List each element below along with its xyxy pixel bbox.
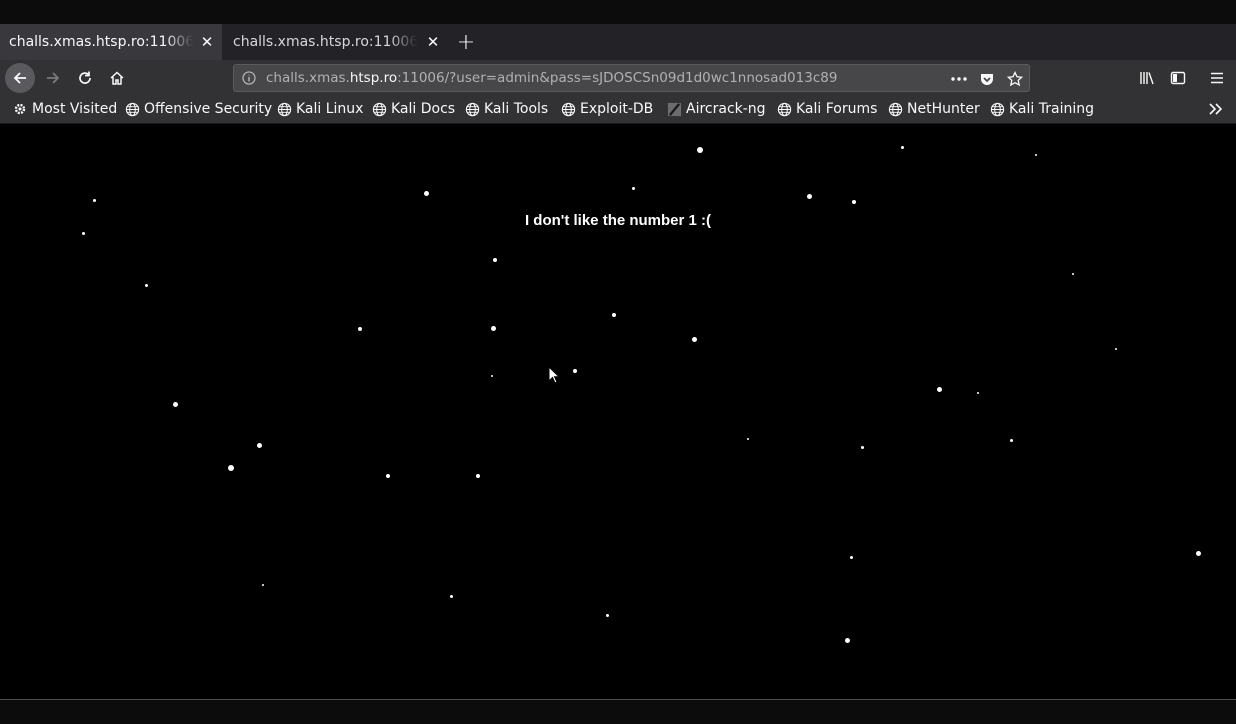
- aircrack-icon: [666, 101, 682, 117]
- star-dot: [386, 474, 390, 478]
- bookmark-kali-tools[interactable]: Kali Tools: [464, 101, 548, 117]
- star-dot: [172, 401, 178, 407]
- star-dot: [1195, 550, 1201, 556]
- globe-icon: [464, 101, 480, 117]
- globe-icon: [276, 101, 292, 117]
- url-host: htsp.ro: [349, 70, 398, 86]
- bookmark-label: Kali Forums: [796, 101, 878, 117]
- globe-icon: [560, 101, 576, 117]
- reload-icon[interactable]: [70, 63, 100, 93]
- star-dot: [449, 594, 453, 598]
- page-message: I don't like the number 1 :(: [524, 212, 712, 229]
- tab-title: challs.xmas.htsp.ro:11006/?user=admin&pa…: [233, 34, 417, 50]
- bookmark-label: Kali Tools: [484, 101, 549, 117]
- bookmark-label: Kali Docs: [391, 101, 456, 117]
- info-icon[interactable]: [242, 71, 256, 85]
- tab-title: challs.xmas.htsp.ro:11006/?user=admin&pa…: [9, 34, 193, 50]
- star-dot: [747, 438, 749, 440]
- bookmarks-toolbar: Most Visited Offensive Security Kali Lin…: [0, 96, 1236, 124]
- hamburger-menu-icon[interactable]: [1202, 63, 1232, 93]
- bookmark-kali-linux[interactable]: Kali Linux: [276, 101, 363, 117]
- bookmark-label: Kali Linux: [296, 101, 364, 117]
- tab-bar: challs.xmas.htsp.ro:11006/?user=admin&pa…: [0, 24, 1236, 60]
- star-dot: [612, 313, 616, 317]
- star-dot: [849, 555, 853, 559]
- star-dot: [92, 198, 96, 202]
- url-text[interactable]: challs.xmas.htsp.ro:11006/?user=admin&pa…: [266, 70, 837, 86]
- url-suffix: :11006/?user=admin&pass=sJDOSCSn09d1d0wc…: [397, 70, 838, 86]
- url-bar[interactable]: challs.xmas.htsp.ro:11006/?user=admin&pa…: [233, 64, 1030, 92]
- star-dot: [697, 147, 703, 153]
- gear-icon: [12, 101, 28, 117]
- home-icon[interactable]: [102, 63, 132, 93]
- bookmark-nethunter[interactable]: NetHunter: [887, 101, 980, 117]
- star-dot: [228, 465, 234, 471]
- star-dot: [262, 584, 264, 586]
- bookmark-label: Exploit-DB: [580, 101, 654, 117]
- page-actions-ellipsis-icon[interactable]: [950, 70, 968, 88]
- star-dot: [605, 613, 609, 617]
- star-dot: [1035, 154, 1037, 156]
- tab-inactive[interactable]: challs.xmas.htsp.ro:11006/?user=admin&pa…: [224, 24, 448, 60]
- star-dot: [423, 190, 429, 196]
- globe-icon: [887, 101, 903, 117]
- star-dot: [573, 369, 577, 373]
- library-icon[interactable]: [1132, 63, 1162, 93]
- globe-icon: [124, 101, 140, 117]
- url-prefix: challs.xmas.: [266, 70, 350, 86]
- bookmark-label: Most Visited: [32, 101, 118, 117]
- star-dot: [256, 442, 262, 448]
- bookmark-label: Offensive Security: [144, 101, 273, 117]
- pocket-icon[interactable]: [978, 70, 996, 88]
- window-bottom-strip: [0, 700, 1236, 724]
- page-content: I don't like the number 1 :(: [0, 124, 1236, 699]
- star-dot: [936, 386, 942, 392]
- sidebar-icon[interactable]: [1163, 63, 1193, 93]
- star-dot: [977, 392, 979, 394]
- star-dot: [490, 325, 496, 331]
- bookmark-exploit-db[interactable]: Exploit-DB: [560, 101, 653, 117]
- forward-arrow-icon[interactable]: [38, 63, 68, 93]
- bookmark-kali-docs[interactable]: Kali Docs: [371, 101, 455, 117]
- bookmark-star-icon[interactable]: [1006, 70, 1024, 88]
- star-dot: [1009, 438, 1013, 442]
- star-dot: [852, 200, 856, 204]
- globe-icon: [371, 101, 387, 117]
- mouse-cursor-icon: [548, 366, 560, 384]
- bookmarks-overflow-chevron-icon[interactable]: [1208, 102, 1224, 116]
- star-dot: [806, 193, 812, 199]
- star-dot: [844, 637, 850, 643]
- tab-active[interactable]: challs.xmas.htsp.ro:11006/?user=admin&pa…: [0, 24, 222, 60]
- star-dot: [491, 375, 493, 377]
- star-dot: [358, 327, 362, 331]
- star-dot: [691, 336, 697, 342]
- bookmark-offensive-security[interactable]: Offensive Security: [124, 101, 272, 117]
- bookmark-label: NetHunter: [907, 101, 980, 117]
- window-top-strip: [0, 0, 1236, 24]
- new-tab-plus-icon[interactable]: +: [453, 24, 479, 60]
- bookmark-kali-forums[interactable]: Kali Forums: [776, 101, 877, 117]
- close-tab-icon[interactable]: ✕: [198, 33, 216, 51]
- close-tab-icon[interactable]: ✕: [424, 33, 442, 51]
- star-dot: [1115, 348, 1117, 350]
- star-dot: [900, 145, 904, 149]
- star-dot: [860, 445, 864, 449]
- back-arrow-icon[interactable]: [5, 63, 35, 93]
- star-dot: [493, 258, 497, 262]
- star-dot: [81, 231, 85, 235]
- star-dot: [476, 474, 480, 478]
- bookmark-aircrack-ng[interactable]: Aircrack-ng: [666, 101, 766, 117]
- globe-icon: [989, 101, 1005, 117]
- star-dot: [1072, 273, 1074, 275]
- globe-icon: [776, 101, 792, 117]
- bookmark-kali-training[interactable]: Kali Training: [989, 101, 1094, 117]
- bookmark-label: Kali Training: [1009, 101, 1094, 117]
- bookmark-label: Aircrack-ng: [686, 101, 766, 117]
- bookmark-most-visited[interactable]: Most Visited: [12, 101, 117, 117]
- star-dot: [631, 186, 635, 190]
- star-dot: [144, 283, 148, 287]
